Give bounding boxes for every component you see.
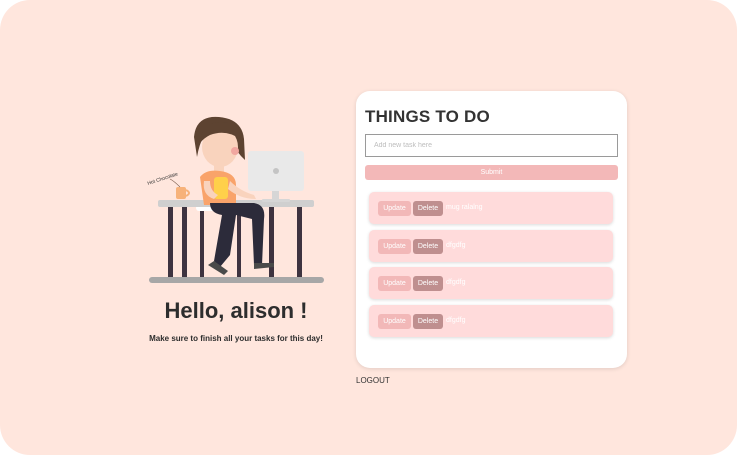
task-item: Update Delete mug ralalng [369, 192, 613, 224]
task-item: Update Delete dfgdfg [369, 267, 613, 299]
logout-link[interactable]: LOGOUT [356, 376, 390, 385]
greeting-subtitle: Make sure to finish all your tasks for t… [149, 334, 323, 343]
apple-logo-icon [273, 168, 279, 174]
update-button[interactable]: Update [378, 313, 411, 329]
mug-handle [185, 189, 190, 197]
task-text: dfgdfg [446, 241, 466, 249]
delete-button[interactable]: Delete [413, 276, 443, 291]
task-text: dfgdfg [446, 279, 466, 286]
chair-leg-left [200, 211, 204, 277]
todo-title: THINGS TO DO [365, 107, 490, 126]
task-item: Update Delete dfgdfg [369, 304, 613, 337]
delete-button[interactable]: Delete [413, 313, 443, 329]
delete-button[interactable]: Delete [413, 238, 443, 254]
task-text: dfgdfg [446, 316, 466, 324]
greeting-panel: Hot Chocolate Hello, alison ! Make sure … [130, 110, 342, 360]
mug-label-line [169, 178, 181, 188]
cheek [231, 147, 239, 155]
desk-leg-2 [182, 207, 187, 277]
desk-leg-1 [168, 207, 173, 277]
greeting-title: Hello, alison ! [164, 298, 308, 323]
app-background: Hot Chocolate Hello, alison ! Make sure … [0, 0, 737, 455]
mug-label: Hot Chocolate [147, 171, 179, 187]
submit-button[interactable]: Submit [365, 165, 618, 180]
desk-leg-4 [297, 207, 302, 277]
update-button[interactable]: Update [378, 276, 411, 291]
monitor-base [262, 199, 290, 202]
task-text: mug ralalng [446, 204, 483, 211]
update-button[interactable]: Update [378, 201, 411, 216]
chair-leg-right [237, 211, 241, 277]
update-button[interactable]: Update [378, 238, 411, 254]
mug-icon [176, 187, 186, 199]
task-item: Update Delete dfgdfg [369, 229, 613, 262]
todo-card: THINGS TO DO Submit Update Delete mug ra… [356, 91, 627, 368]
task-list: Update Delete mug ralalng Update Delete … [369, 192, 613, 342]
woman-at-desk-illustration: Hot Chocolate [147, 116, 324, 283]
floor-shadow [149, 277, 324, 283]
new-task-input[interactable] [365, 134, 618, 157]
delete-button[interactable]: Delete [413, 201, 443, 216]
